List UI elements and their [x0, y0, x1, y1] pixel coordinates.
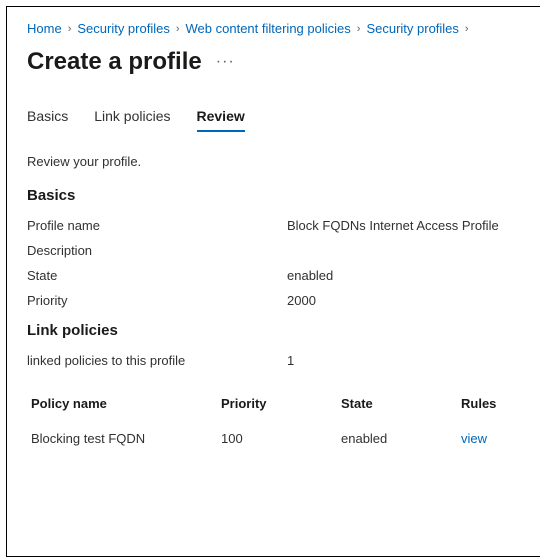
page-frame: Home › Security profiles › Web content f… [6, 6, 540, 557]
breadcrumb-home[interactable]: Home [27, 21, 62, 36]
section-heading-link-policies: Link policies [27, 322, 525, 339]
table-row: Blocking test FQDN 100 enabled view [27, 421, 525, 456]
kv-value: Block FQDNs Internet Access Profile [287, 218, 499, 233]
kv-value: enabled [287, 268, 333, 283]
kv-profile-name: Profile name Block FQDNs Internet Access… [27, 218, 525, 233]
chevron-right-icon: › [465, 23, 469, 35]
th-policy-name: Policy name [31, 396, 221, 411]
kv-value: 1 [287, 353, 294, 368]
title-row: Create a profile ··· [27, 48, 525, 76]
td-rules-view-link[interactable]: view [461, 431, 521, 446]
breadcrumb: Home › Security profiles › Web content f… [27, 21, 525, 36]
chevron-right-icon: › [176, 23, 180, 35]
th-rules: Rules [461, 396, 521, 411]
kv-label: linked policies to this profile [27, 353, 287, 368]
chevron-right-icon: › [68, 23, 72, 35]
tab-link-policies[interactable]: Link policies [94, 104, 170, 132]
breadcrumb-security-profiles-2[interactable]: Security profiles [366, 21, 458, 36]
kv-label: State [27, 268, 287, 283]
chevron-right-icon: › [357, 23, 361, 35]
kv-label: Description [27, 243, 287, 258]
tab-basics[interactable]: Basics [27, 104, 68, 132]
section-heading-basics: Basics [27, 187, 525, 204]
th-priority: Priority [221, 396, 341, 411]
kv-value: 2000 [287, 293, 316, 308]
kv-state: State enabled [27, 268, 525, 283]
th-state: State [341, 396, 461, 411]
review-subtext: Review your profile. [27, 154, 525, 169]
kv-priority: Priority 2000 [27, 293, 525, 308]
td-policy-name: Blocking test FQDN [31, 431, 221, 446]
breadcrumb-security-profiles[interactable]: Security profiles [77, 21, 169, 36]
kv-description: Description [27, 243, 525, 258]
tab-review[interactable]: Review [197, 104, 245, 132]
kv-label: Priority [27, 293, 287, 308]
policies-table: Policy name Priority State Rules Blockin… [27, 386, 525, 456]
tabs: Basics Link policies Review [27, 104, 525, 132]
kv-linked-count: linked policies to this profile 1 [27, 353, 525, 368]
td-state: enabled [341, 431, 461, 446]
page-title: Create a profile [27, 48, 202, 76]
breadcrumb-web-content-filtering[interactable]: Web content filtering policies [186, 21, 351, 36]
kv-label: Profile name [27, 218, 287, 233]
td-priority: 100 [221, 431, 341, 446]
more-actions-icon[interactable]: ··· [216, 54, 235, 70]
table-header: Policy name Priority State Rules [27, 386, 525, 421]
